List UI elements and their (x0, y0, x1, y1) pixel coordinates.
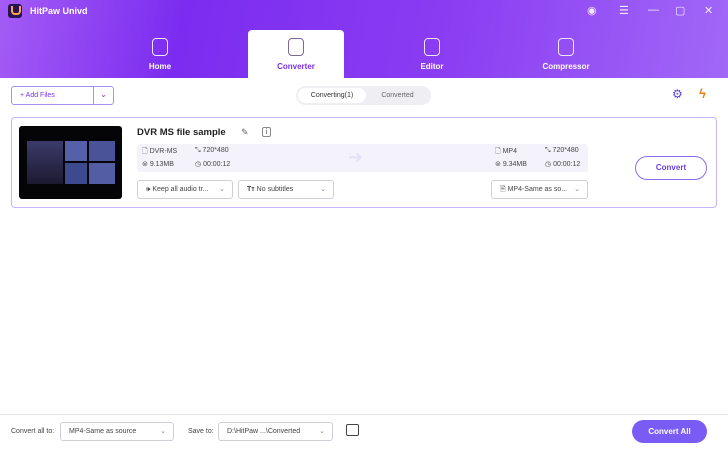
tab-converted[interactable]: Converted (366, 88, 429, 103)
file-name: DVR MS file sample (137, 127, 226, 138)
edit-name-icon[interactable]: ✎ (241, 127, 249, 138)
convert-all-format-dropdown[interactable]: MP4-Same as source ⌄ (60, 422, 174, 441)
app-logo (8, 4, 22, 18)
save-to-dropdown[interactable]: D:\HitPaw ...\Converted ⌄ (218, 422, 333, 441)
tab-converting[interactable]: Converting(1) (298, 88, 366, 103)
compressor-icon (558, 38, 574, 56)
add-files-button[interactable]: + Add Files (11, 86, 94, 105)
subtitles-dropdown[interactable]: Tт No subtitles ⌄ (238, 180, 334, 199)
menu-icon[interactable]: ☰ (619, 4, 629, 17)
convert-button[interactable]: Convert (635, 156, 707, 180)
output-duration: ◷ 00:00:12 (545, 161, 581, 168)
tab-compressor[interactable]: Compressor (518, 30, 614, 78)
audio-track-dropdown[interactable]: 🕪 Keep all audio tr... ⌄ (137, 180, 233, 199)
tab-home[interactable]: Home (112, 30, 208, 78)
output-size: ⊜ 9.34MB (495, 161, 527, 168)
gpu-on-icon[interactable]: ⚙ (672, 87, 683, 101)
account-icon[interactable]: ◉ (587, 4, 597, 17)
folder-icon[interactable] (346, 424, 359, 436)
arrow-right-icon: ➔ (348, 147, 364, 167)
output-resolution: ⤡ 720*480 (545, 147, 579, 154)
home-icon (152, 38, 168, 56)
convert-all-label: Convert all to: (11, 428, 55, 435)
tab-converter[interactable]: Converter (248, 30, 344, 78)
output-format-dropdown[interactable]: 🗎 MP4-Same as so... ⌄ (491, 180, 588, 199)
lightning-on-icon[interactable]: ϟ (699, 86, 706, 101)
video-thumbnail[interactable] (19, 126, 122, 199)
add-files-dropdown[interactable]: ⌄ (93, 86, 114, 105)
minimize-icon[interactable]: — (648, 4, 659, 16)
close-icon[interactable]: ✕ (704, 4, 713, 17)
output-format: 🗋 MP4 (495, 148, 517, 155)
converter-icon (288, 38, 304, 56)
source-resolution: ⤡ 720*480 (195, 147, 229, 154)
tab-editor[interactable]: Editor (384, 30, 480, 78)
info-icon[interactable]: i (262, 127, 271, 137)
maximize-icon[interactable]: ▢ (675, 4, 685, 17)
source-duration: ◷ 00:00:12 (195, 161, 231, 168)
save-to-label: Save to: (188, 428, 214, 435)
convert-all-button[interactable]: Convert All (632, 420, 707, 443)
app-title: HitPaw Univd (30, 6, 88, 16)
source-format: 🗋 DVR-MS (142, 148, 178, 155)
source-size: ⊜ 9.13MB (142, 161, 174, 168)
status-segmented: Converting(1) Converted (296, 86, 431, 105)
editor-icon (424, 38, 440, 56)
